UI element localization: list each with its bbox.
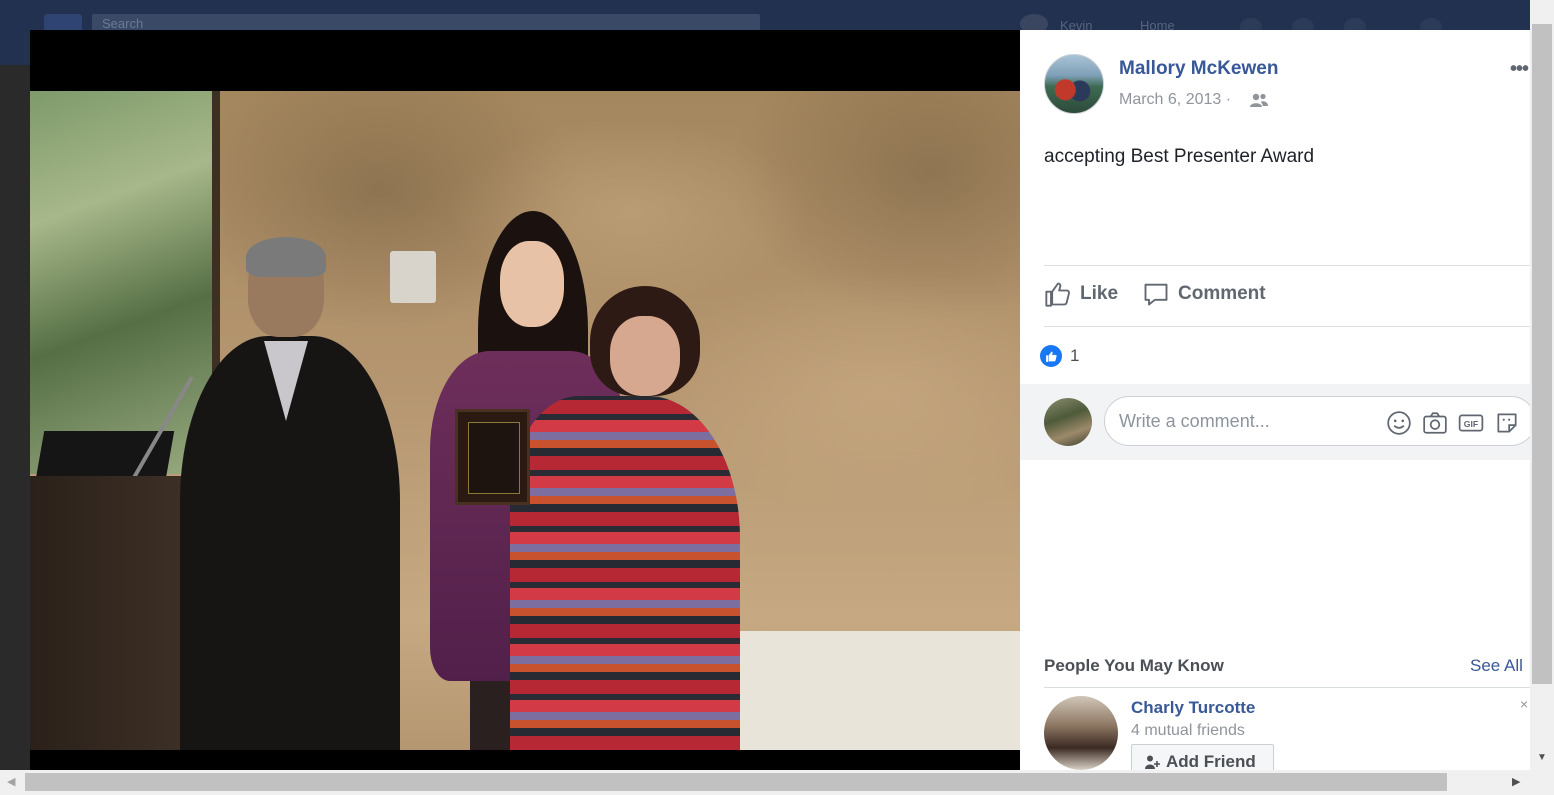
scrollbar-corner — [1530, 770, 1554, 795]
post-side-panel: Mallory McKewen March 6, 2013 · ••• acce… — [1020, 30, 1530, 770]
emoji-icon[interactable] — [1386, 410, 1412, 436]
pymk-see-all-link[interactable]: See All — [1470, 656, 1523, 676]
photo-presenter-woman — [500, 286, 740, 750]
photo-table — [710, 631, 1020, 750]
svg-text:GIF: GIF — [1464, 419, 1478, 429]
reactions-summary[interactable]: 1 — [1040, 345, 1079, 367]
add-friend-label: Add Friend — [1166, 752, 1256, 770]
scroll-left-arrow-icon[interactable]: ◀ — [7, 775, 15, 788]
actions-bottom-divider — [1044, 326, 1530, 327]
comment-button[interactable]: Comment — [1142, 280, 1266, 308]
vertical-scrollbar-thumb[interactable] — [1532, 24, 1552, 684]
thumbs-up-icon — [1045, 282, 1070, 307]
author-avatar[interactable] — [1044, 54, 1104, 114]
pymk-mutual-friends[interactable]: 4 mutual friends — [1131, 722, 1245, 740]
like-button-label: Like — [1080, 283, 1119, 304]
post-caption: accepting Best Presenter Award — [1044, 146, 1315, 167]
post-date-link[interactable]: March 6, 2013 · — [1119, 91, 1231, 109]
actions-top-divider — [1044, 265, 1530, 266]
pymk-dismiss-icon[interactable]: × — [1520, 696, 1528, 712]
scroll-right-arrow-icon[interactable]: ▶ — [1512, 775, 1520, 788]
add-friend-button[interactable]: Add Friend — [1131, 744, 1274, 770]
scroll-down-arrow-icon[interactable]: ▼ — [1537, 752, 1547, 763]
photo-man — [160, 237, 400, 750]
like-reaction-icon — [1040, 345, 1062, 367]
gif-icon[interactable]: GIF — [1458, 410, 1484, 436]
photo-award-plaque — [455, 409, 530, 505]
photo-stage[interactable] — [30, 30, 1020, 770]
horizontal-scrollbar[interactable]: ◀ ▶ — [0, 770, 1530, 795]
reactions-count[interactable]: 1 — [1070, 346, 1079, 366]
post-options-button[interactable]: ••• — [1510, 58, 1529, 81]
pymk-title: People You May Know — [1044, 656, 1224, 675]
friends-icon[interactable] — [1249, 92, 1269, 108]
pymk-person-name-link[interactable]: Charly Turcotte — [1131, 698, 1255, 718]
pymk-person-avatar[interactable] — [1044, 696, 1118, 770]
comment-button-label: Comment — [1178, 283, 1266, 304]
viewer-avatar — [1044, 398, 1092, 446]
vertical-scrollbar[interactable]: ▼ — [1530, 0, 1554, 770]
author-name-link[interactable]: Mallory McKewen — [1119, 58, 1278, 80]
sticker-icon[interactable] — [1494, 410, 1520, 436]
like-button[interactable]: Like — [1044, 280, 1118, 308]
pymk-divider — [1044, 687, 1530, 688]
horizontal-scrollbar-thumb[interactable] — [25, 773, 1447, 791]
post-photo[interactable] — [30, 91, 1020, 750]
comment-bubble-icon — [1144, 283, 1168, 306]
comment-composer: GIF — [1020, 384, 1530, 460]
add-friend-icon — [1145, 755, 1160, 769]
camera-icon[interactable] — [1422, 410, 1448, 436]
